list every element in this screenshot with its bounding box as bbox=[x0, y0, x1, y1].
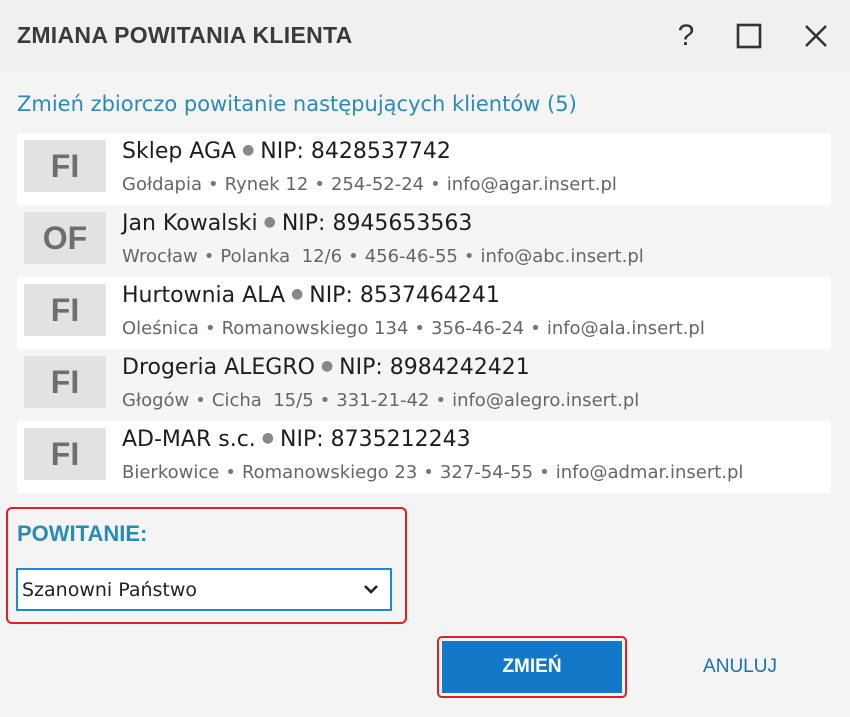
client-phone: 456-46-55 bbox=[364, 246, 458, 267]
client-nip: NIP: 8537464241 bbox=[309, 283, 500, 308]
client-name: Sklep AGA bbox=[122, 139, 237, 164]
client-phone: 327-54-55 bbox=[439, 462, 534, 483]
client-details: Bierkowice • Romanowskiego 23 • 327-54-55 • in… bbox=[122, 462, 744, 483]
greeting-selected-value: Szanowni Państwo bbox=[22, 579, 198, 601]
client-email: info@alegro.insert.pl bbox=[452, 390, 640, 411]
client-row[interactable]: FI Hurtownia ALA ● NIP: 8537464241 Oleśnic… bbox=[17, 277, 831, 349]
client-name: Jan Kowalski bbox=[122, 211, 258, 236]
help-button[interactable]: ? bbox=[664, 14, 708, 58]
client-email: info@admar.insert.pl bbox=[555, 462, 744, 483]
client-nip: NIP: 8428537742 bbox=[260, 139, 451, 164]
greeting-label: POWITANIE: bbox=[17, 521, 148, 546]
client-nip: NIP: 8945653563 bbox=[281, 211, 473, 236]
client-details: Oleśnica • Romanowskiego 134 • 356-46-24 • inf… bbox=[122, 318, 705, 339]
window-title: ZMIANA POWITANIA KLIENTA bbox=[17, 22, 353, 48]
chevron-down-icon bbox=[364, 585, 378, 594]
client-street: Rynek 12 bbox=[224, 174, 309, 195]
client-type-badge: FI bbox=[24, 140, 106, 192]
separator-dot: ● bbox=[261, 430, 275, 446]
dialog-subtitle: Zmień zbiorczo powitanie następujących k… bbox=[17, 92, 577, 116]
client-city: Bierkowice bbox=[122, 462, 220, 483]
client-city: Wrocław bbox=[122, 246, 198, 267]
client-name: Hurtownia ALA bbox=[122, 283, 286, 308]
close-button[interactable] bbox=[794, 14, 838, 58]
client-details: Głogów • Cicha 15/5 • 331-21-42 • info@alegro.… bbox=[122, 390, 640, 411]
separator-dot: ● bbox=[320, 358, 334, 374]
cancel-button[interactable]: ANULUJ bbox=[680, 641, 800, 693]
client-name: Drogeria ALEGRO bbox=[122, 355, 315, 380]
client-city: Głogów bbox=[122, 390, 190, 411]
help-icon: ? bbox=[677, 19, 695, 52]
client-row[interactable]: OF Jan Kowalski ● NIP: 8945653563 Wrocław •… bbox=[17, 205, 831, 277]
client-street: Romanowskiego 134 bbox=[221, 318, 409, 339]
client-phone: 254-52-24 bbox=[330, 174, 425, 195]
client-title: Drogeria ALEGRO ● NIP: 8984242421 bbox=[122, 355, 530, 380]
confirm-button[interactable]: ZMIEŃ bbox=[442, 641, 622, 693]
client-name: AD-MAR s.c. bbox=[122, 427, 256, 452]
client-street: Cicha 15/5 bbox=[211, 390, 314, 411]
client-city: Gołdapia bbox=[122, 174, 202, 195]
client-title: AD-MAR s.c. ● NIP: 8735212243 bbox=[122, 427, 471, 452]
client-nip: NIP: 8735212243 bbox=[280, 427, 471, 452]
title-bar: ZMIANA POWITANIA KLIENTA ? bbox=[0, 0, 850, 72]
client-email: info@ala.insert.pl bbox=[546, 318, 705, 339]
client-type-badge: FI bbox=[24, 284, 106, 336]
client-list: FI Sklep AGA ● NIP: 8428537742 Gołdapia • Ry… bbox=[17, 133, 831, 494]
maximize-button[interactable] bbox=[727, 14, 771, 58]
separator-dot: ● bbox=[242, 142, 255, 158]
close-icon bbox=[805, 25, 827, 47]
client-details: Gołdapia • Rynek 12 • 254-52-24 • info@agar.in… bbox=[122, 174, 617, 195]
client-email: info@agar.insert.pl bbox=[446, 174, 617, 195]
client-row[interactable]: FI Drogeria ALEGRO ● NIP: 8984242421 Głogó… bbox=[17, 349, 831, 421]
maximize-icon bbox=[736, 23, 762, 49]
client-title: Sklep AGA ● NIP: 8428537742 bbox=[122, 139, 451, 164]
client-title: Jan Kowalski ● NIP: 8945653563 bbox=[122, 211, 472, 236]
client-phone: 331-21-42 bbox=[336, 390, 430, 411]
client-row[interactable]: FI AD-MAR s.c. ● NIP: 8735212243 Bierkowic… bbox=[17, 421, 831, 493]
separator-dot: ● bbox=[263, 214, 276, 230]
client-street: Polanka 12/6 bbox=[220, 246, 343, 267]
separator-dot: ● bbox=[291, 286, 304, 302]
client-details: Wrocław • Polanka 12/6 • 456-46-55 • info@abc.… bbox=[122, 246, 644, 267]
client-street: Romanowskiego 23 bbox=[241, 462, 418, 483]
client-nip: NIP: 8984242421 bbox=[339, 355, 530, 380]
client-city: Oleśnica bbox=[122, 318, 199, 339]
client-email: info@abc.insert.pl bbox=[480, 246, 644, 267]
client-type-badge: FI bbox=[24, 428, 106, 480]
client-title: Hurtownia ALA ● NIP: 8537464241 bbox=[122, 283, 500, 308]
client-row[interactable]: FI Sklep AGA ● NIP: 8428537742 Gołdapia • Ry… bbox=[17, 133, 831, 205]
client-type-badge: OF bbox=[24, 212, 106, 264]
greeting-select[interactable]: Szanowni Państwo bbox=[16, 568, 392, 611]
client-type-badge: FI bbox=[24, 356, 106, 408]
client-phone: 356-46-24 bbox=[431, 318, 525, 339]
